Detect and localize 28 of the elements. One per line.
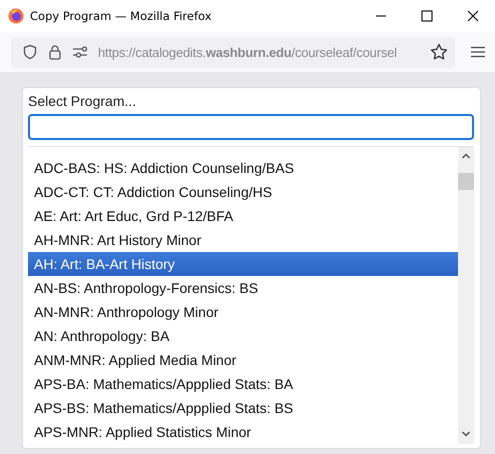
star-icon[interactable] bbox=[430, 43, 448, 61]
shield-icon[interactable] bbox=[22, 44, 38, 60]
program-option[interactable]: AH: Art: BA-Art History bbox=[28, 252, 458, 276]
program-option[interactable]: AN: Anthropology: BA bbox=[28, 324, 458, 348]
scroll-up-icon[interactable] bbox=[461, 152, 471, 160]
program-option[interactable]: AN-MNR: Anthropology Minor bbox=[28, 300, 458, 324]
scroll-thumb[interactable] bbox=[458, 173, 474, 190]
close-icon[interactable] bbox=[467, 10, 479, 22]
search-field[interactable] bbox=[28, 114, 474, 140]
scroll-down-icon[interactable] bbox=[461, 430, 471, 438]
lock-icon[interactable] bbox=[48, 44, 62, 60]
program-option[interactable]: APS-MNR: Applied Statistics Minor bbox=[28, 420, 458, 444]
menu-icon[interactable] bbox=[471, 46, 485, 58]
window-title: Copy Program — Mozilla Firefox bbox=[30, 9, 212, 23]
scrollbar[interactable] bbox=[458, 147, 474, 444]
program-option[interactable]: ADC-BAS: HS: Addiction Counseling/BAS bbox=[28, 156, 458, 180]
program-option[interactable]: APS-BA: Mathematics/Appplied Stats: BA bbox=[28, 372, 458, 396]
program-option[interactable]: AN-BS: Anthropology-Forensics: BS bbox=[28, 276, 458, 300]
sliders-icon[interactable] bbox=[72, 44, 88, 60]
dialog-label: Select Program... bbox=[28, 93, 138, 109]
program-option[interactable]: APS-BS: Mathematics/Appplied Stats: BS bbox=[28, 396, 458, 420]
firefox-logo-icon bbox=[8, 8, 24, 24]
program-option[interactable]: AE: Art: Art Educ, Grd P-12/BFA bbox=[28, 204, 458, 228]
program-option[interactable]: AH-MNR: Art History Minor bbox=[28, 228, 458, 252]
program-option[interactable]: ADC-CT: CT: Addiction Counseling/HS bbox=[28, 180, 458, 204]
url-text: https://catalogedits.washburn.edu/courseleaf/coursel bbox=[98, 44, 398, 60]
maximize-icon[interactable] bbox=[421, 10, 433, 22]
program-option[interactable]: ANM-MNR: Applied Media Minor bbox=[28, 348, 458, 372]
